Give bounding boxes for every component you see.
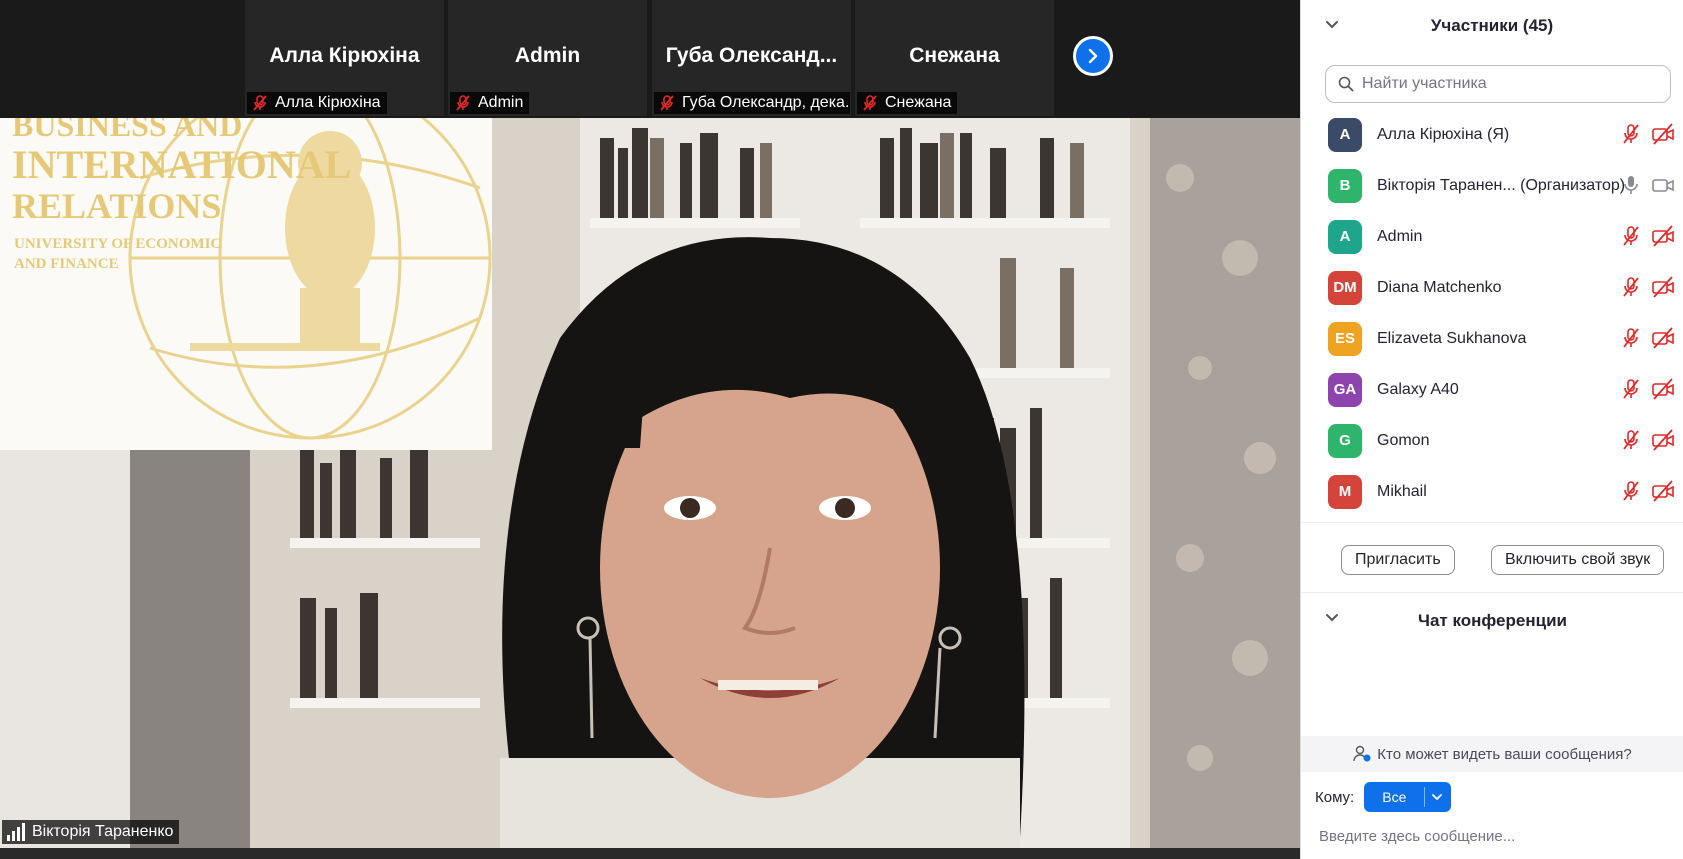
participants-title: Участники (45): [1430, 16, 1554, 35]
video-area: Алла Кірюхіна Алла Кірюхіна Admin Admin …: [0, 0, 1300, 859]
next-page-button[interactable]: [1073, 36, 1113, 76]
participant-search[interactable]: [1325, 65, 1671, 103]
thumbnail-label: Снежана: [857, 92, 958, 114]
chevron-down-icon: [1432, 794, 1443, 801]
search-icon: [1338, 76, 1354, 92]
logo-text-line: BUSINESS AND: [12, 118, 242, 143]
video-off-icon[interactable]: [1652, 225, 1674, 247]
chevron-right-icon: [1088, 48, 1098, 64]
chat-visibility-info[interactable]: Кто может видеть ваши сообщения?: [1301, 736, 1683, 772]
avatar: DM: [1328, 270, 1362, 305]
participant-search-input[interactable]: [1362, 75, 1662, 93]
thumbnail-tile[interactable]: Губа Олександ... Губа Олександр, дека...: [652, 0, 852, 116]
mic-muted-icon[interactable]: [1620, 225, 1642, 247]
thumbnail-label-text: Снежана: [885, 94, 952, 111]
participant-name: Elizaveta Sukhanova: [1377, 329, 1527, 347]
unmute-self-button[interactable]: Включить свой звук: [1491, 545, 1665, 575]
speaker-video[interactable]: BUSINESS AND INTERNATIONAL RELATIONS UNI…: [0, 118, 1300, 848]
chat-visibility-text: Кто может видеть ваши сообщения?: [1377, 745, 1632, 763]
avatar: B: [1328, 168, 1362, 203]
avatar: GA: [1328, 372, 1362, 407]
avatar: G: [1328, 423, 1362, 458]
participant-list[interactable]: A Алла Кірюхіна (Я) B Вікторія Таранен..…: [1301, 109, 1683, 523]
mic-muted-icon[interactable]: [1620, 327, 1642, 349]
bottom-bar: [0, 848, 1300, 859]
speaker-name-label: Вікторія Тараненко: [2, 820, 180, 844]
participant-name: Mikhail: [1377, 482, 1427, 500]
logo-text-line: RELATIONS: [12, 186, 221, 226]
chat-messages: [1301, 648, 1683, 736]
recipient-value: Все: [1382, 789, 1407, 805]
video-off-icon[interactable]: [1652, 378, 1674, 400]
avatar: A: [1328, 117, 1362, 152]
mic-muted-icon: [660, 95, 674, 111]
mic-muted-icon[interactable]: [1620, 480, 1642, 502]
video-off-icon[interactable]: [1652, 327, 1674, 349]
thumbnail-label-text: Admin: [478, 94, 524, 111]
invite-button[interactable]: Пригласить: [1341, 545, 1455, 575]
video-off-icon[interactable]: [1652, 480, 1674, 502]
thumbnail-label-text: Губа Олександр, дека...: [682, 94, 850, 111]
thumbnail-name: Admin: [514, 44, 581, 67]
speaker-video-frame: BUSINESS AND INTERNATIONAL RELATIONS UNI…: [0, 118, 1300, 848]
logo-text-line: AND FINANCE: [14, 256, 119, 272]
thumbnail-tile[interactable]: Admin Admin: [448, 0, 648, 116]
message-input[interactable]: [1309, 820, 1669, 852]
video-off-icon[interactable]: [1652, 276, 1674, 298]
logo-text-line: INTERNATIONAL: [12, 142, 351, 187]
mic-muted-icon: [863, 95, 877, 111]
signal-strength-icon: [7, 823, 25, 841]
thumbnail-label: Admin: [450, 92, 530, 114]
avatar: M: [1328, 474, 1362, 509]
side-panel: Участники (45) A Алла Кірюхіна (Я) B Вік…: [1300, 0, 1683, 859]
thumbnail-label: Алла Кірюхіна: [247, 92, 387, 114]
chevron-down-icon[interactable]: [1325, 611, 1339, 625]
recipient-row: Кому: Все: [1315, 782, 1452, 812]
chat-header: Чат конференции: [1301, 592, 1683, 648]
thumbnail-label: Губа Олександр, дека...: [654, 92, 850, 114]
chat-title: Чат конференции: [1418, 610, 1567, 630]
participant-row[interactable]: A Admin: [1301, 211, 1683, 262]
logo-text-line: UNIVERSITY OF ECONOMIC: [14, 236, 221, 252]
thumbnail-name: Снежана: [909, 44, 1000, 67]
thumbnail-label-text: Алла Кірюхіна: [275, 94, 381, 111]
mic-icon[interactable]: [1620, 174, 1642, 196]
participant-row[interactable]: G Gomon: [1301, 415, 1683, 466]
participant-row[interactable]: ES Elizaveta Sukhanova: [1301, 313, 1683, 364]
mic-muted-icon[interactable]: [1620, 378, 1642, 400]
mic-muted-icon[interactable]: [1620, 429, 1642, 451]
avatar: ES: [1328, 321, 1362, 356]
user-info-icon: [1353, 745, 1371, 762]
participant-name: Алла Кірюхіна (Я): [1377, 125, 1510, 143]
mic-muted-icon: [456, 95, 470, 111]
participant-name: Diana Matchenko: [1377, 278, 1502, 296]
participant-row[interactable]: A Алла Кірюхіна (Я): [1301, 109, 1683, 160]
thumbnail-name: Губа Олександ...: [665, 44, 838, 67]
participant-name: Вікторія Таранен... (Организатор): [1377, 176, 1626, 194]
thumbnail-tile[interactable]: Алла Кірюхіна Алла Кірюхіна: [245, 0, 445, 116]
participants-header: Участники (45): [1301, 0, 1683, 52]
participant-name: Gomon: [1377, 431, 1430, 449]
chevron-down-icon[interactable]: [1325, 18, 1339, 32]
avatar: A: [1328, 219, 1362, 254]
mic-muted-icon[interactable]: [1620, 276, 1642, 298]
participant-row[interactable]: B Вікторія Таранен... (Организатор): [1301, 160, 1683, 211]
speaker-name-text: Вікторія Тараненко: [32, 823, 174, 840]
thumbnail-strip: Алла Кірюхіна Алла Кірюхіна Admin Admin …: [0, 0, 1300, 118]
recipient-select[interactable]: Все: [1364, 782, 1452, 812]
participant-row[interactable]: DM Diana Matchenko: [1301, 262, 1683, 313]
video-on-icon[interactable]: [1652, 174, 1674, 196]
video-off-icon[interactable]: [1652, 123, 1674, 145]
video-off-icon[interactable]: [1652, 429, 1674, 451]
participant-row[interactable]: GA Galaxy A40: [1301, 364, 1683, 415]
mic-muted-icon[interactable]: [1620, 123, 1642, 145]
thumbnail-name: Алла Кірюхіна: [269, 44, 420, 67]
recipient-label: Кому:: [1315, 788, 1355, 806]
thumbnail-tile[interactable]: Снежана Снежана: [855, 0, 1055, 116]
mic-muted-icon: [253, 95, 267, 111]
participant-row[interactable]: M Mikhail: [1301, 466, 1683, 517]
participant-name: Galaxy A40: [1377, 380, 1459, 398]
participant-name: Admin: [1377, 227, 1423, 245]
